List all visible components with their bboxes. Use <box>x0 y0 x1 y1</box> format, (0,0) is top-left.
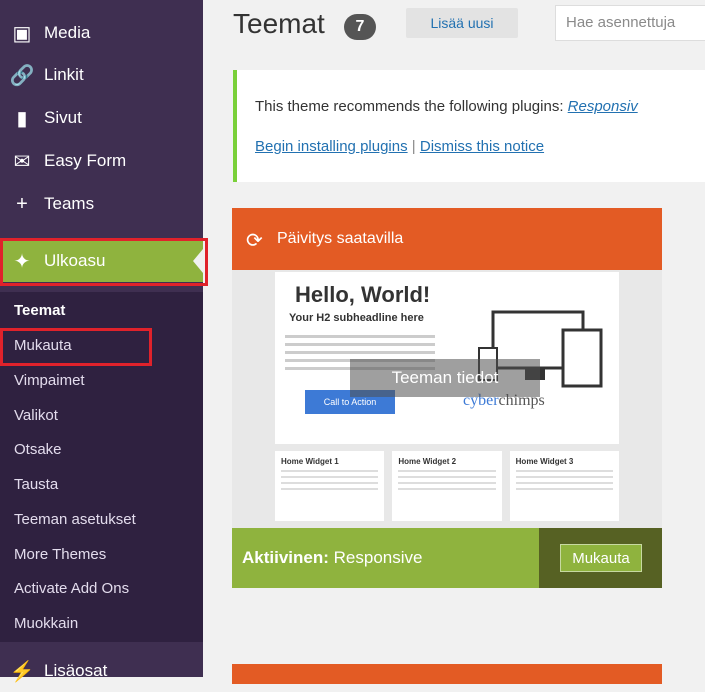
screenshot-widget: Home Widget 2 <box>392 451 502 521</box>
customize-area: Mukauta <box>539 528 662 588</box>
submenu-item-teeman-asetukset[interactable]: Teeman asetukset <box>14 511 136 528</box>
link-separator: | <box>411 138 416 155</box>
notice-text-line: This theme recommends the following plug… <box>255 98 638 115</box>
begin-installing-link[interactable]: Begin installing plugins <box>255 138 408 155</box>
media-icon: ▣ <box>12 22 32 45</box>
screenshot-widgets: Home Widget 1 Home Widget 2 Home Widget … <box>275 451 619 521</box>
active-theme-bar: Aktiivinen: Responsive Mukauta <box>232 528 662 588</box>
sidebar-item-teams[interactable]: + Teams <box>0 183 203 225</box>
highlight-box-mukauta <box>0 328 152 366</box>
sidebar-item-media[interactable]: ▣ Media <box>0 12 203 54</box>
notice-links: Begin installing plugins | Dismiss this … <box>255 138 544 155</box>
theme-count-badge: 7 <box>344 14 376 40</box>
theme-details-overlay[interactable]: Teeman tiedot <box>350 359 540 397</box>
add-new-button[interactable]: Lisää uusi <box>406 8 518 38</box>
submenu-item-otsake[interactable]: Otsake <box>14 441 62 458</box>
theme-screenshot[interactable]: Hello, World! Your H2 subheadline here C… <box>232 270 662 528</box>
update-available-label: Päivitys saatavilla <box>277 230 404 247</box>
plugin-notice: This theme recommends the following plug… <box>233 70 705 182</box>
highlight-box-ulkoasu <box>0 238 208 286</box>
active-theme-label: Aktiivinen: Responsive <box>242 548 423 567</box>
submenu-item-muokkain[interactable]: Muokkain <box>14 615 78 632</box>
dismiss-notice-link[interactable]: Dismiss this notice <box>420 138 544 155</box>
search-input[interactable]: Hae asennettuja <box>555 5 705 41</box>
admin-sidebar: ▣ Media 🔗 Linkit ▮ Sivut ✉ Easy Form + T… <box>0 0 208 683</box>
theme-card-responsive[interactable]: ⟳ Päivitys saatavilla Hello, World! Your… <box>232 208 662 588</box>
sidebar-item-easy-form[interactable]: ✉ Easy Form <box>0 140 203 182</box>
refresh-icon: ⟳ <box>246 230 263 252</box>
screenshot-widget: Home Widget 3 <box>509 451 619 521</box>
page-title: Teemat <box>233 8 325 39</box>
screenshot-subheadline: Your H2 subheadline here <box>289 312 424 324</box>
submenu-item-teemat[interactable]: Teemat <box>14 302 65 319</box>
link-icon: 🔗 <box>9 64 35 87</box>
plugin-icon: ⚡ <box>9 660 35 683</box>
submenu-item-valikot[interactable]: Valikot <box>14 407 58 424</box>
sidebar-item-sivut[interactable]: ▮ Sivut <box>0 97 203 139</box>
pages-icon: ▮ <box>16 107 28 130</box>
plus-icon: + <box>16 192 28 215</box>
customize-button[interactable]: Mukauta <box>560 544 642 572</box>
notice-text: This theme recommends the following plug… <box>255 98 564 115</box>
screenshot-widget: Home Widget 1 <box>275 451 385 521</box>
submenu-item-activate-add-ons[interactable]: Activate Add Ons <box>14 580 129 597</box>
screenshot-hero: Hello, World! Your H2 subheadline here C… <box>275 272 619 444</box>
submenu-item-tausta[interactable]: Tausta <box>14 476 58 493</box>
sidebar-item-lisaosat[interactable]: ⚡ Lisäosat <box>0 650 203 692</box>
update-available-bar[interactable]: ⟳ Päivitys saatavilla <box>232 208 662 270</box>
submenu-item-vimpaimet[interactable]: Vimpaimet <box>14 372 85 389</box>
sidebar-item-linkit[interactable]: 🔗 Linkit <box>0 54 203 96</box>
main-content: Teemat 7 Lisää uusi Hae asennettuja This… <box>203 0 705 684</box>
theme-card-next[interactable] <box>232 664 662 684</box>
responsive-plugin-link[interactable]: Responsiv <box>568 98 638 115</box>
submenu-item-more-themes[interactable]: More Themes <box>14 546 106 563</box>
screenshot-hello: Hello, World! <box>295 282 431 307</box>
mail-icon: ✉ <box>13 150 31 173</box>
